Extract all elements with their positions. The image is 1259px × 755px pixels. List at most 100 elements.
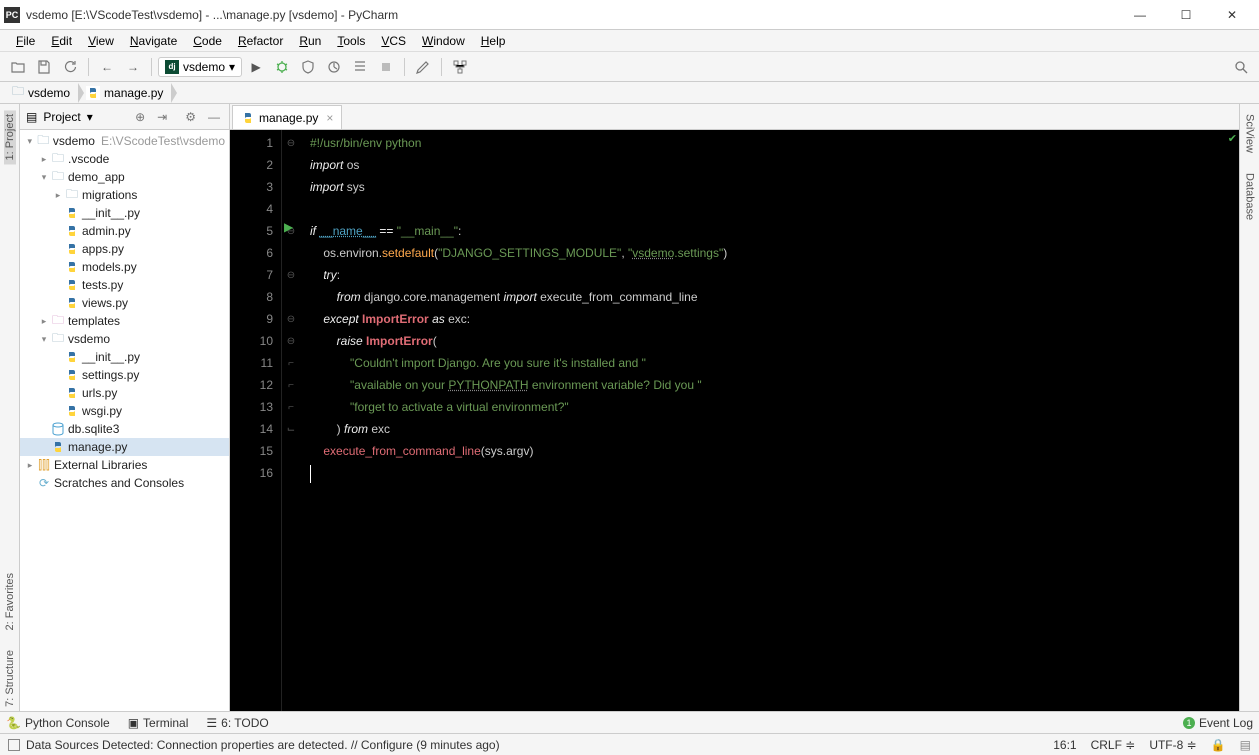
status-message: Data Sources Detected: Connection proper… [26, 738, 500, 752]
tree-item-tests-py[interactable]: tests.py [20, 276, 229, 294]
profile-button[interactable] [322, 55, 346, 79]
menu-file[interactable]: File [8, 32, 43, 50]
hide-panel-button[interactable]: — [205, 110, 223, 124]
tool-tab-favorites[interactable]: 2: Favorites [4, 569, 16, 634]
settings-button[interactable] [411, 55, 435, 79]
menu-refactor[interactable]: Refactor [230, 32, 291, 50]
line-gutter: 12345678910111213141516 [230, 130, 282, 711]
tree-item-demo-app[interactable]: ▾🗀demo_app [20, 168, 229, 186]
tree-item-external-libraries[interactable]: ▸⫿⫿⫿External Libraries [20, 456, 229, 474]
collapse-button[interactable]: ⇥ [154, 110, 170, 124]
breadcrumb-folder-label: vsdemo [28, 86, 70, 100]
folder-icon: 🗀 [12, 82, 24, 103]
editor-tab-label: manage.py [259, 111, 318, 125]
close-tab-button[interactable]: × [326, 111, 333, 125]
right-tool-stripe: SciView Database [1239, 104, 1259, 711]
tree-item-wsgi-py[interactable]: wsgi.py [20, 402, 229, 420]
lock-icon[interactable]: 🔒 [1211, 738, 1226, 752]
stop-button[interactable] [374, 55, 398, 79]
tree-item---init---py[interactable]: __init__.py [20, 348, 229, 366]
code-editor[interactable]: 12345678910111213141516 ▶ ⊖⊖⊖⊖⊖⌐⌐⌐⌙ #!/u… [230, 130, 1239, 711]
menu-help[interactable]: Help [473, 32, 514, 50]
tree-item--vscode[interactable]: ▸🗀.vscode [20, 150, 229, 168]
menu-vcs[interactable]: VCS [373, 32, 414, 50]
tree-item-db-sqlite3[interactable]: db.sqlite3 [20, 420, 229, 438]
gear-icon[interactable]: ⚙ [182, 110, 199, 124]
editor-tab-manage[interactable]: manage.py × [232, 105, 342, 129]
close-button[interactable]: ✕ [1209, 1, 1255, 29]
menu-edit[interactable]: Edit [43, 32, 80, 50]
python-console-icon: 🐍 [6, 716, 21, 730]
run-line-icon[interactable]: ▶ [284, 220, 293, 234]
tree-item-settings-py[interactable]: settings.py [20, 366, 229, 384]
line-separator[interactable]: CRLF ≑ [1091, 738, 1136, 752]
structure-button[interactable] [448, 55, 472, 79]
toolbar: ← → dj vsdemo ▾ ▶ [0, 52, 1259, 82]
menu-bar: FileEditViewNavigateCodeRefactorRunTools… [0, 30, 1259, 52]
minimize-button[interactable]: ― [1117, 1, 1163, 29]
tree-item-scratches-and-consoles[interactable]: ⟳Scratches and Consoles [20, 474, 229, 492]
main-area: 1: Project 2: Favorites 7: Structure ▤ P… [0, 104, 1259, 711]
breadcrumb-file-label: manage.py [104, 86, 163, 100]
tree-item-manage-py[interactable]: manage.py [20, 438, 229, 456]
menu-view[interactable]: View [80, 32, 122, 50]
bottom-tool-tabs: 🐍Python Console ▣Terminal ☰6: TODO 1Even… [0, 711, 1259, 733]
tree-item-admin-py[interactable]: admin.py [20, 222, 229, 240]
run-config-label: vsdemo [183, 60, 225, 74]
coverage-button[interactable] [296, 55, 320, 79]
tool-tab-sciview[interactable]: SciView [1244, 110, 1256, 157]
chevron-down-icon: ▾ [229, 60, 235, 74]
tree-item-apps-py[interactable]: apps.py [20, 240, 229, 258]
tree-item-vsdemo[interactable]: ▾🗀vsdemoE:\VScodeTest\vsdemo [20, 132, 229, 150]
tree-item---init---py[interactable]: __init__.py [20, 204, 229, 222]
tool-tab-structure[interactable]: 7: Structure [4, 646, 16, 711]
menu-window[interactable]: Window [414, 32, 473, 50]
status-checkbox[interactable] [8, 739, 20, 751]
breadcrumb-file[interactable]: manage.py [78, 86, 171, 100]
project-tree[interactable]: ▾🗀vsdemoE:\VScodeTest\vsdemo▸🗀.vscode▾🗀d… [20, 130, 229, 711]
editor-marks: ✔ [1225, 132, 1237, 711]
forward-button[interactable]: → [121, 55, 145, 79]
event-log-button[interactable]: 1Event Log [1183, 716, 1253, 730]
menu-navigate[interactable]: Navigate [122, 32, 185, 50]
back-button[interactable]: ← [95, 55, 119, 79]
maximize-button[interactable]: ☐ [1163, 1, 1209, 29]
tasks-button[interactable] [348, 55, 372, 79]
editor-tabs: manage.py × [230, 104, 1239, 130]
window-title: vsdemo [E:\VScodeTest\vsdemo] - ...\mana… [26, 8, 1117, 22]
tree-item-migrations[interactable]: ▸🗀migrations [20, 186, 229, 204]
menu-run[interactable]: Run [291, 32, 329, 50]
django-icon: dj [165, 60, 179, 74]
fold-column[interactable]: ⊖⊖⊖⊖⊖⌐⌐⌐⌙ [282, 130, 300, 711]
event-dot-icon: 1 [1183, 717, 1195, 729]
tree-item-templates[interactable]: ▸🗀templates [20, 312, 229, 330]
project-view-dropdown[interactable]: ▾ [87, 110, 93, 124]
search-button[interactable] [1229, 55, 1253, 79]
tree-item-models-py[interactable]: models.py [20, 258, 229, 276]
file-encoding[interactable]: UTF-8 ≑ [1149, 738, 1196, 752]
code-content[interactable]: #!/usr/bin/env pythonimport osimport sys… [300, 130, 1239, 711]
tree-item-views-py[interactable]: views.py [20, 294, 229, 312]
tab-todo[interactable]: ☰6: TODO [206, 716, 268, 730]
cursor-position[interactable]: 16:1 [1053, 738, 1076, 752]
tool-tab-database[interactable]: Database [1244, 169, 1256, 224]
open-button[interactable] [6, 55, 30, 79]
refresh-button[interactable] [58, 55, 82, 79]
breadcrumb: 🗀 vsdemo manage.py [0, 82, 1259, 104]
locate-button[interactable]: ⊕ [132, 110, 148, 124]
project-header: ▤ Project ▾ ⊕ ⇥ ⚙ — [20, 104, 229, 130]
save-button[interactable] [32, 55, 56, 79]
tree-item-vsdemo[interactable]: ▾🗀vsdemo [20, 330, 229, 348]
run-config-selector[interactable]: dj vsdemo ▾ [158, 57, 242, 77]
debug-button[interactable] [270, 55, 294, 79]
indent-icon[interactable]: ▤ [1240, 738, 1251, 752]
project-header-title: Project [43, 110, 80, 124]
menu-tools[interactable]: Tools [329, 32, 373, 50]
tool-tab-project[interactable]: 1: Project [4, 110, 16, 164]
breadcrumb-folder[interactable]: 🗀 vsdemo [4, 82, 78, 103]
menu-code[interactable]: Code [185, 32, 230, 50]
tab-terminal[interactable]: ▣Terminal [128, 716, 189, 730]
tab-python-console[interactable]: 🐍Python Console [6, 716, 110, 730]
tree-item-urls-py[interactable]: urls.py [20, 384, 229, 402]
run-button[interactable]: ▶ [244, 55, 268, 79]
